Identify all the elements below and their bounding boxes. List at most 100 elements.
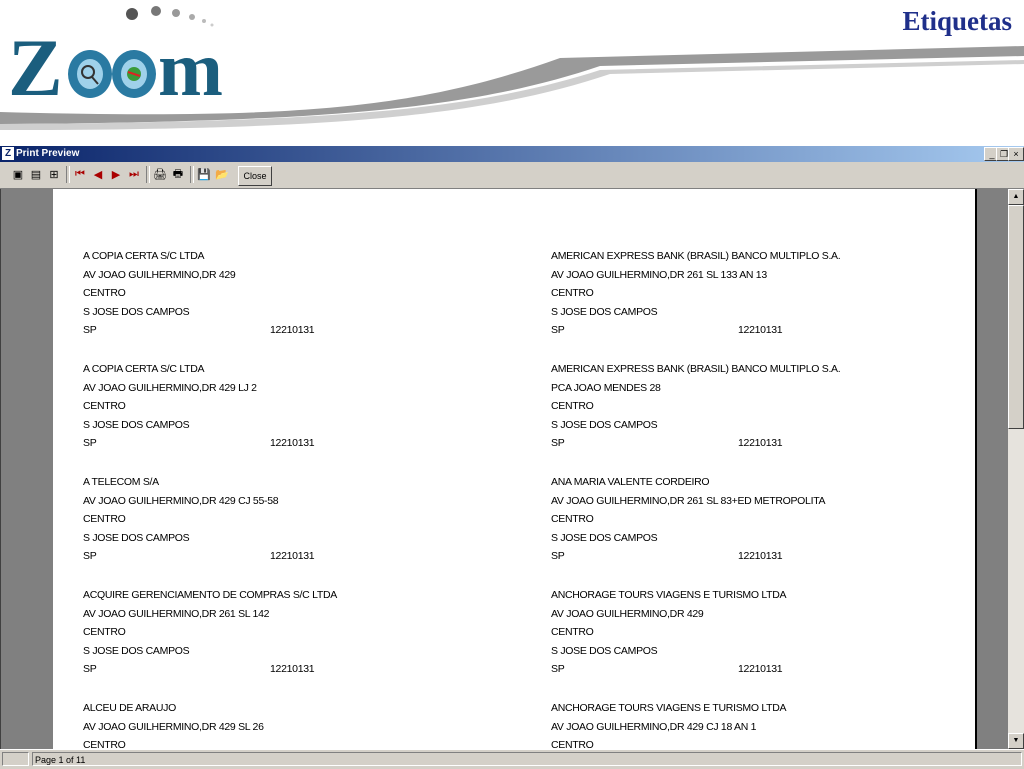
- last-page-icon[interactable]: ⏭: [126, 166, 142, 182]
- label-state-zip-line: SP 12210131: [551, 321, 971, 340]
- label-line: ALCEU DE ARAUJO: [83, 702, 176, 714]
- label-line: AV JOAO GUILHERMINO,DR 261 SL 83+ED METR…: [551, 494, 826, 507]
- scroll-thumb[interactable]: [1008, 205, 1024, 429]
- label-zip: 12210131: [738, 324, 783, 336]
- label-state-zip-line: SP 12210131: [83, 660, 503, 679]
- label-line: ANCHORAGE TOURS VIAGENS E TURISMO LTDA: [551, 589, 787, 601]
- page-title: Etiquetas: [902, 6, 1012, 36]
- label-state: SP: [551, 663, 565, 675]
- label-line: S JOSE DOS CAMPOS: [83, 418, 190, 431]
- label-state: SP: [83, 663, 97, 675]
- label-line: CENTRO: [551, 400, 594, 412]
- label-zip: 12210131: [270, 663, 315, 675]
- label-line: AV JOAO GUILHERMINO,DR 429: [551, 607, 704, 620]
- label-line: AV JOAO GUILHERMINO,DR 429: [83, 268, 236, 281]
- toolbar-separator: [190, 166, 194, 183]
- label-state-zip-line: SP 12210131: [83, 321, 503, 340]
- print-preview-window: Z Print Preview _ ❐ × ▣ ▤ ⊞ ⏮ ◀ ▶ ⏭ 🖨 🖶 …: [0, 146, 1024, 769]
- label-line: CENTRO: [551, 287, 594, 299]
- label-zip: 12210131: [738, 437, 783, 449]
- address-label: ACQUIRE GERENCIAMENTO DE COMPRAS S/C LTD…: [83, 586, 503, 679]
- label-line: CENTRO: [83, 400, 126, 412]
- print-setup-icon[interactable]: 🖨: [152, 166, 168, 182]
- status-panel: [2, 752, 29, 766]
- label-zip: 12210131: [270, 324, 315, 336]
- label-line: A TELECOM S/A: [83, 476, 159, 488]
- label-state: SP: [83, 550, 97, 562]
- label-zip: 12210131: [738, 550, 783, 562]
- next-page-icon[interactable]: ▶: [108, 166, 124, 182]
- label-zip: 12210131: [270, 437, 315, 449]
- slide-header: Z m Etiquetas: [0, 0, 1024, 146]
- label-line: AV JOAO GUILHERMINO,DR 429 SL 26: [83, 720, 264, 733]
- label-line: PCA JOAO MENDES 28: [551, 381, 661, 394]
- label-state: SP: [551, 324, 565, 336]
- address-label: A TELECOM S/A AV JOAO GUILHERMINO,DR 429 …: [83, 473, 503, 566]
- label-line: S JOSE DOS CAMPOS: [551, 305, 658, 318]
- print-icon[interactable]: 🖶: [170, 166, 186, 182]
- label-state: SP: [551, 550, 565, 562]
- label-line: CENTRO: [551, 739, 594, 749]
- label-line: CENTRO: [83, 739, 126, 749]
- svg-text:Z: Z: [8, 22, 63, 102]
- preview-area[interactable]: A COPIA CERTA S/C LTDA AV JOAO GUILHERMIN…: [0, 189, 1009, 749]
- zoom-logo: Z m: [6, 2, 246, 113]
- label-line: S JOSE DOS CAMPOS: [551, 418, 658, 431]
- label-state-zip-line: SP 12210131: [551, 660, 971, 679]
- label-line: S JOSE DOS CAMPOS: [83, 644, 190, 657]
- address-label: ANA MARIA VALENTE CORDEIRO AV JOAO GUILHE…: [551, 473, 971, 566]
- toolbar-separator: [66, 166, 70, 183]
- first-page-icon[interactable]: ⏮: [72, 166, 88, 182]
- window-title: Print Preview: [16, 148, 80, 159]
- save-icon[interactable]: 💾: [196, 166, 212, 182]
- one-page-view-icon[interactable]: ▣: [10, 166, 26, 182]
- address-label: AMERICAN EXPRESS BANK (BRASIL) BANCO MUL…: [551, 247, 971, 340]
- status-bar: Page 1 of 11: [0, 749, 1024, 769]
- address-label: A COPIA CERTA S/C LTDA AV JOAO GUILHERMIN…: [83, 247, 503, 340]
- label-state-zip-line: SP 12210131: [83, 547, 503, 566]
- address-label: A COPIA CERTA S/C LTDA AV JOAO GUILHERMIN…: [83, 360, 503, 453]
- label-line: S JOSE DOS CAMPOS: [551, 531, 658, 544]
- label-state-zip-line: SP 12210131: [83, 434, 503, 453]
- label-line: AV JOAO GUILHERMINO,DR 429 CJ 18 AN 1: [551, 720, 757, 733]
- app-icon: Z: [2, 147, 14, 160]
- close-button[interactable]: Close: [238, 166, 272, 186]
- scroll-up-button[interactable]: ▲: [1008, 189, 1024, 205]
- address-label: ANCHORAGE TOURS VIAGENS E TURISMO LTDA AV…: [551, 699, 971, 749]
- page-indicator: Page 1 of 11: [32, 752, 1022, 766]
- address-label: ALCEU DE ARAUJO AV JOAO GUILHERMINO,DR 42…: [83, 699, 503, 749]
- label-line: A COPIA CERTA S/C LTDA: [83, 363, 205, 375]
- label-state-zip-line: SP 12210131: [551, 434, 971, 453]
- print-page: A COPIA CERTA S/C LTDA AV JOAO GUILHERMIN…: [53, 189, 977, 749]
- two-page-view-icon[interactable]: ▤: [28, 166, 44, 182]
- scroll-down-button[interactable]: ▼: [1008, 733, 1024, 749]
- zoom-page-icon[interactable]: ⊞: [46, 166, 62, 182]
- label-line: ANA MARIA VALENTE CORDEIRO: [551, 476, 710, 488]
- label-line: AV JOAO GUILHERMINO,DR 261 SL 133 AN 13: [551, 268, 767, 281]
- vertical-scrollbar[interactable]: ▲ ▼: [1008, 189, 1024, 749]
- address-label: ANCHORAGE TOURS VIAGENS E TURISMO LTDA AV…: [551, 586, 971, 679]
- label-line: AMERICAN EXPRESS BANK (BRASIL) BANCO MUL…: [551, 250, 841, 262]
- label-line: AV JOAO GUILHERMINO,DR 261 SL 142: [83, 607, 270, 620]
- label-state-zip-line: SP 12210131: [551, 547, 971, 566]
- label-line: CENTRO: [83, 287, 126, 299]
- close-window-button[interactable]: ×: [1008, 147, 1024, 161]
- previous-page-icon[interactable]: ◀: [90, 166, 106, 182]
- label-line: CENTRO: [551, 513, 594, 525]
- address-label: AMERICAN EXPRESS BANK (BRASIL) BANCO MUL…: [551, 360, 971, 453]
- label-line: CENTRO: [83, 626, 126, 638]
- label-zip: 12210131: [738, 663, 783, 675]
- label-line: AV JOAO GUILHERMINO,DR 429 CJ 55-58: [83, 494, 279, 507]
- label-state: SP: [83, 324, 97, 336]
- label-line: S JOSE DOS CAMPOS: [83, 531, 190, 544]
- svg-text:m: m: [158, 25, 223, 102]
- window-titlebar[interactable]: Z Print Preview _ ❐ ×: [0, 146, 1024, 162]
- open-icon[interactable]: 📂: [214, 166, 230, 182]
- label-state: SP: [551, 437, 565, 449]
- label-line: ACQUIRE GERENCIAMENTO DE COMPRAS S/C LTD…: [83, 589, 337, 601]
- label-line: ANCHORAGE TOURS VIAGENS E TURISMO LTDA: [551, 702, 787, 714]
- label-zip: 12210131: [270, 550, 315, 562]
- label-line: S JOSE DOS CAMPOS: [83, 305, 190, 318]
- label-line: CENTRO: [83, 513, 126, 525]
- toolbar-separator: [146, 166, 150, 183]
